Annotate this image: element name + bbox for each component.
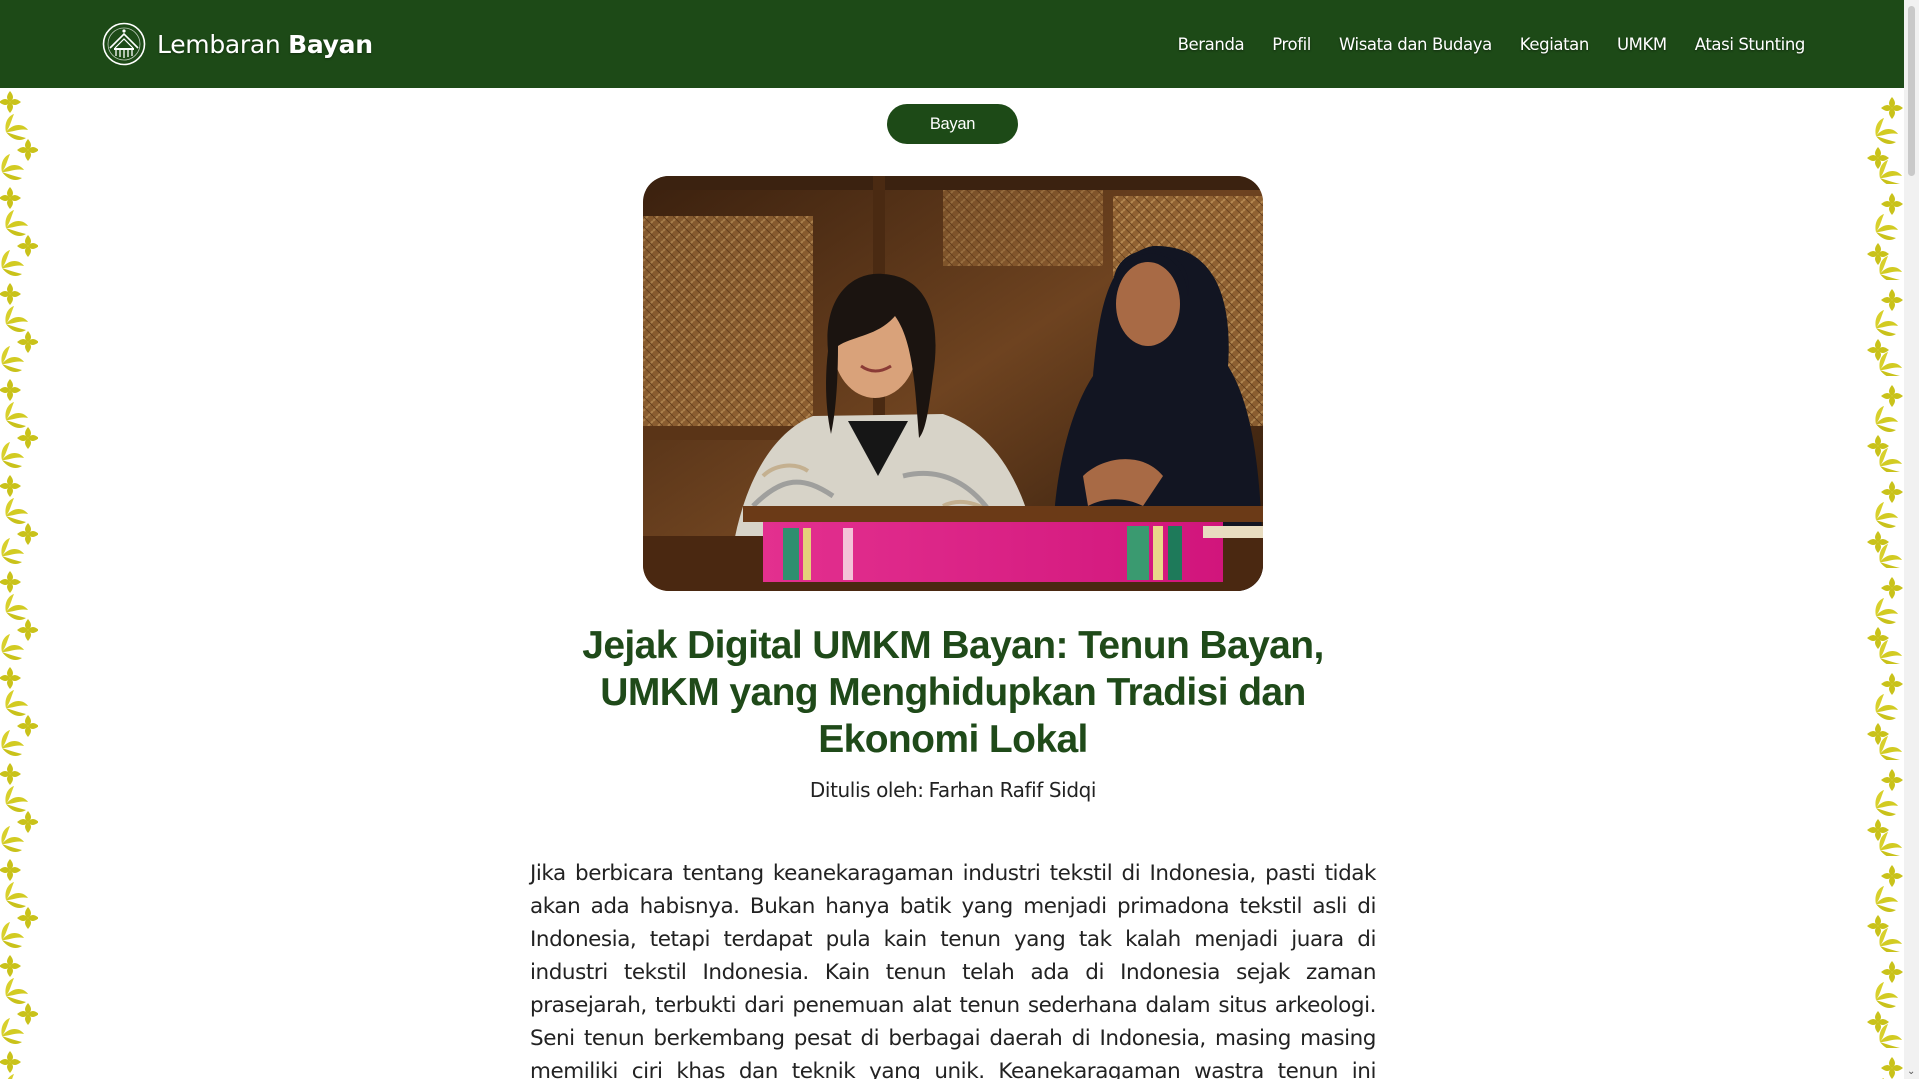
- nav-item-kegiatan[interactable]: Kegiatan: [1520, 35, 1590, 54]
- nav-item-atasi-stunting[interactable]: Atasi Stunting: [1695, 35, 1806, 54]
- article-byline: Ditulis oleh: Farhan Rafif Sidqi: [560, 778, 1346, 802]
- nav-item-profil[interactable]: Profil: [1272, 35, 1311, 54]
- byline-label: Ditulis oleh:: [809, 778, 924, 802]
- decorative-border-right: [1866, 88, 1904, 1079]
- nav-item-umkm[interactable]: UMKM: [1617, 35, 1667, 54]
- decorative-border-left: [0, 88, 38, 1079]
- village-emblem-icon: [102, 22, 146, 66]
- nav-item-beranda[interactable]: Beranda: [1178, 35, 1245, 54]
- article-hero-image: [643, 176, 1263, 591]
- article-body-paragraph: Jika berbicara tentang keanekaragaman in…: [530, 861, 1376, 1079]
- category-tag-button[interactable]: Bayan: [887, 104, 1018, 144]
- site-title: Lembaran Bayan: [157, 29, 373, 59]
- scrollbar-thumb[interactable]: [1908, 6, 1915, 176]
- nav-item-wisata-dan-budaya[interactable]: Wisata dan Budaya: [1339, 35, 1492, 54]
- page-scrollbar[interactable]: ⌄: [1904, 0, 1919, 1079]
- article-title: Jejak Digital UMKM Bayan: Tenun Bayan, U…: [582, 624, 1324, 761]
- brand-link[interactable]: Lembaran Bayan: [102, 22, 373, 66]
- main-nav: Beranda Profil Wisata dan Budaya Kegiata…: [1150, 0, 1806, 88]
- chevron-down-icon[interactable]: ⌄: [1907, 1067, 1915, 1077]
- site-header: Lembaran Bayan Beranda Profil Wisata dan…: [0, 0, 1904, 88]
- author-name: Farhan Rafif Sidqi: [928, 778, 1097, 802]
- page: Lembaran Bayan Beranda Profil Wisata dan…: [0, 0, 1919, 1079]
